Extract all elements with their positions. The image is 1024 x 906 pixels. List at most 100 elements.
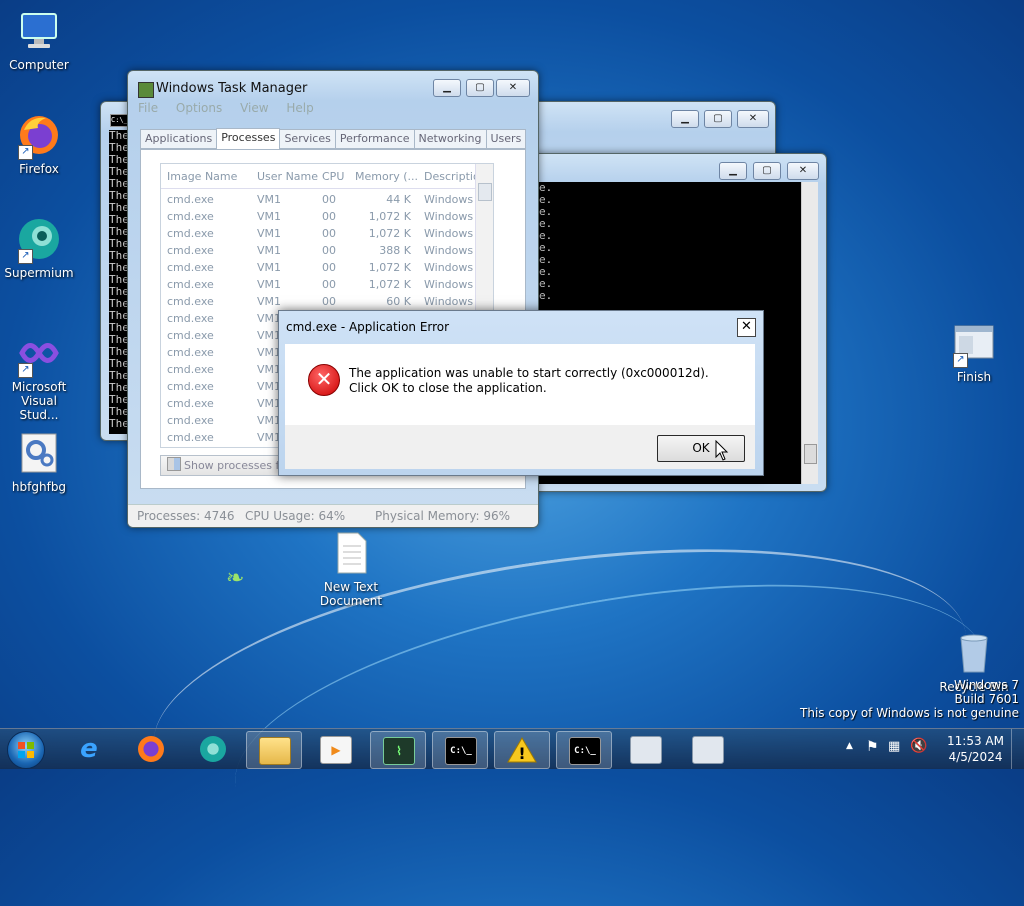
taskbar-cmd-1[interactable]: C:\_ [432,731,488,769]
cell-name: cmd.exe [167,278,214,291]
desktop-icon-finish[interactable]: ↗ Finish [937,320,1011,384]
cell-name: cmd.exe [167,312,214,325]
firefox-icon: ↗ [16,112,62,160]
tab-performance[interactable]: Performance [334,129,415,149]
menu-help[interactable]: Help [286,101,313,115]
taskbar-supermium[interactable] [186,731,240,767]
cell-mem: 388 K [379,244,411,257]
file-explorer-icon [259,737,291,765]
column-image-name[interactable]: Image Name [167,170,237,183]
system-tray: ▲ ⚑ ▦ 🔇 11:53 AM 4/5/2024 [834,729,1024,769]
taskbar-media-player[interactable]: ▶ [308,731,362,767]
tab-processes[interactable]: Processes [216,128,281,150]
volume-muted-icon[interactable]: 🔇 [910,738,927,754]
shortcut-arrow-icon: ↗ [18,145,33,160]
column-cpu[interactable]: CPU [322,170,344,183]
show-desktop-button[interactable] [1011,729,1024,769]
taskbar-firefox[interactable] [124,731,178,767]
shortcut-arrow-icon: ↗ [18,249,33,264]
status-physical-memory: Physical Memory: 96% [375,509,511,523]
status-cpu-usage: CPU Usage: 64% [245,509,346,523]
menu-view[interactable]: View [240,101,268,115]
windows-watermark: Windows 7 Build 7601 This copy of Window… [800,678,1019,720]
desktop-icon-label: Supermium [4,266,74,280]
cell-user: VM1 [257,261,282,274]
taskbar-window-2[interactable] [680,731,734,767]
desktop-icon-firefox[interactable]: ↗ Firefox [2,112,76,176]
dialog-close-button[interactable]: ✕ [737,318,756,337]
clock-date: 4/5/2024 [948,750,1003,764]
taskbar-task-manager[interactable]: ⌇ [370,731,426,769]
table-row[interactable]: cmd.exe VM1 00 1,072 K Windows ... [161,259,493,276]
show-processes-button[interactable]: Show processes fro [160,455,282,476]
watermark-line3: This copy of Windows is not genuine [800,706,1019,720]
close-button[interactable]: ✕ [787,162,819,180]
start-button[interactable] [7,731,45,769]
table-row[interactable]: cmd.exe VM1 00 1,072 K Windows ... [161,208,493,225]
table-row[interactable]: cmd.exe VM1 00 44 K Windows ... [161,191,493,208]
svg-text:!: ! [518,744,525,763]
cell-mem: 1,072 K [368,261,411,274]
console-line: e. [539,229,553,242]
application-error-dialog[interactable]: cmd.exe - Application Error ✕ ✕ The appl… [278,310,764,476]
cell-user: VM1 [257,193,282,206]
menu-options[interactable]: Options [176,101,222,115]
tab-networking[interactable]: Networking [413,129,487,149]
action-center-flag-icon[interactable]: ⚑ [866,739,879,755]
desktop-icon-hbfghfbg[interactable]: hbfghfbg [2,430,76,494]
desktop-icon-computer[interactable]: Computer [2,8,76,72]
column-memory[interactable]: Memory (... [355,170,418,183]
tab-services[interactable]: Services [279,129,336,149]
taskbar-warning[interactable]: ! ! [494,731,550,769]
cell-user: VM1 [257,227,282,240]
desktop-icon-new-text-document[interactable]: New Text Document [314,530,388,608]
ok-button[interactable]: OK [657,435,745,462]
dialog-footer: OK [285,425,755,469]
column-user-name[interactable]: User Name [257,170,318,183]
tab-users[interactable]: Users [485,129,527,149]
table-row[interactable]: cmd.exe VM1 00 60 K Windows ... [161,293,493,310]
desktop-icon-label: hbfghfbg [11,480,67,494]
taskbar-window-1[interactable] [618,731,672,767]
supermium-icon: ↗ [16,216,62,264]
cell-user: VM1 [257,295,282,308]
scroll-thumb[interactable] [478,183,492,201]
minimize-button[interactable]: ▁ [671,110,699,128]
desktop-icon-visual-studio[interactable]: ↗ Microsoft Visual Stud... [2,330,76,422]
cell-mem: 44 K [386,193,411,206]
status-processes: Processes: 4746 [137,509,235,523]
maximize-button[interactable]: ▢ [753,162,781,180]
cell-mem: 1,072 K [368,210,411,223]
maximize-button[interactable]: ▢ [704,110,732,128]
taskbar-file-explorer[interactable] [246,731,302,769]
maximize-button[interactable]: ▢ [466,79,494,97]
table-row[interactable]: cmd.exe VM1 00 1,072 K Windows ... [161,276,493,293]
taskbar-cmd-2[interactable]: C:\_ [556,731,612,769]
table-row[interactable]: cmd.exe VM1 00 388 K Windows ... [161,242,493,259]
cmd-icon: C:\_ [445,737,477,765]
clock[interactable]: 11:53 AM 4/5/2024 [947,733,1004,765]
console-line: e. [539,241,553,254]
window-title: Windows Task Manager [156,81,308,96]
desktop-icon-supermium[interactable]: ↗ Supermium [2,216,76,280]
scroll-thumb[interactable] [804,444,817,464]
cell-cpu: 00 [322,295,336,308]
console-line: e. [539,193,553,206]
watermark-line1: Windows 7 [953,678,1019,692]
menu-file[interactable]: File [138,101,158,115]
minimize-button[interactable]: ▁ [719,162,747,180]
table-row[interactable]: cmd.exe VM1 00 1,072 K Windows ... [161,225,493,242]
computer-icon [16,8,62,54]
close-button[interactable]: ✕ [737,110,769,128]
show-hidden-icons-button[interactable]: ▲ [846,741,853,751]
console-scrollbar[interactable] [801,182,818,484]
taskbar-internet-explorer[interactable]: e [62,731,116,767]
close-button[interactable]: ✕ [496,79,530,97]
minimize-button[interactable]: ▁ [433,79,461,97]
tab-applications[interactable]: Applications [140,129,218,149]
mouse-cursor-icon [715,440,729,461]
desktop-icon-label: Microsoft Visual Stud... [11,380,67,422]
error-icon: ✕ [308,364,340,396]
clock-time: 11:53 AM [947,734,1004,748]
network-icon[interactable]: ▦ [888,739,900,754]
